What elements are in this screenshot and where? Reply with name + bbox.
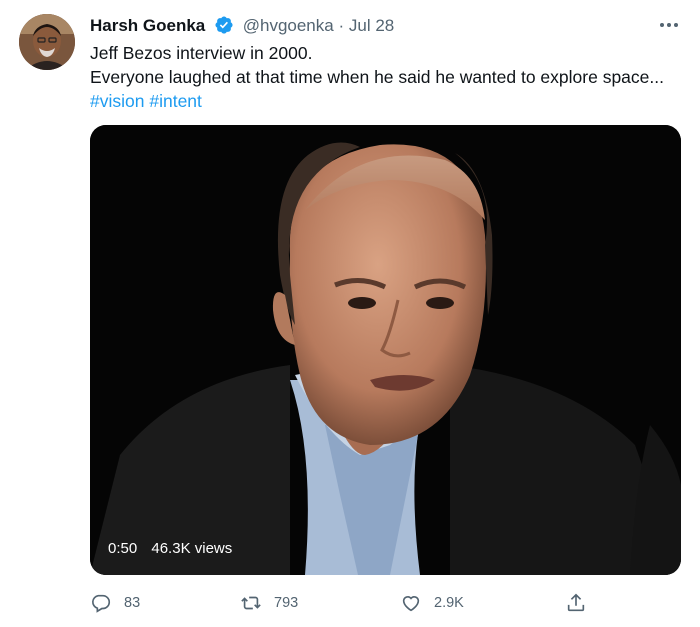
share-icon: [567, 593, 585, 612]
tweet-header: Harsh Goenka @hvgoenka · Jul 28: [90, 15, 394, 37]
heart-icon: [402, 596, 420, 612]
share-button[interactable]: [565, 590, 599, 616]
action-bar: 83 793 2.9K: [90, 590, 690, 616]
like-count: 2.9K: [434, 595, 464, 611]
author-handle[interactable]: @hvgoenka: [243, 16, 334, 35]
more-options-icon[interactable]: [655, 14, 683, 36]
video-player[interactable]: 0:50 46.3K views: [90, 125, 681, 575]
video-info: 0:50 46.3K views: [108, 540, 242, 557]
avatar[interactable]: [19, 14, 75, 70]
tweet-text-line-1: Jeff Bezos interview in 2000.: [90, 43, 313, 63]
video-duration: 0:50: [108, 540, 138, 557]
tweet[interactable]: Harsh Goenka @hvgoenka · Jul 28 Jeff Bez…: [0, 0, 700, 627]
hashtag-row: #vision #intent: [90, 89, 690, 113]
retweet-icon: [241, 596, 261, 610]
tweet-text-line-2: Everyone laughed at that time when he sa…: [90, 67, 664, 87]
hashtag-intent[interactable]: #intent: [149, 91, 202, 111]
retweet-count: 793: [274, 595, 299, 611]
hashtag-vision[interactable]: #vision: [90, 91, 144, 111]
verified-badge-icon: [215, 16, 233, 34]
reply-button[interactable]: 83: [90, 590, 140, 616]
like-button[interactable]: 2.9K: [400, 590, 464, 616]
reply-count: 83: [124, 595, 141, 611]
retweet-button[interactable]: 793: [240, 590, 298, 616]
video-thumbnail: [90, 125, 681, 575]
video-views: 46.3K views: [151, 540, 233, 557]
header-separator: ·: [338, 16, 345, 35]
tweet-text: Jeff Bezos interview in 2000. Everyone l…: [90, 41, 690, 113]
tweet-date[interactable]: Jul 28: [349, 16, 394, 35]
reply-icon: [92, 594, 111, 613]
display-name[interactable]: Harsh Goenka: [90, 16, 205, 35]
